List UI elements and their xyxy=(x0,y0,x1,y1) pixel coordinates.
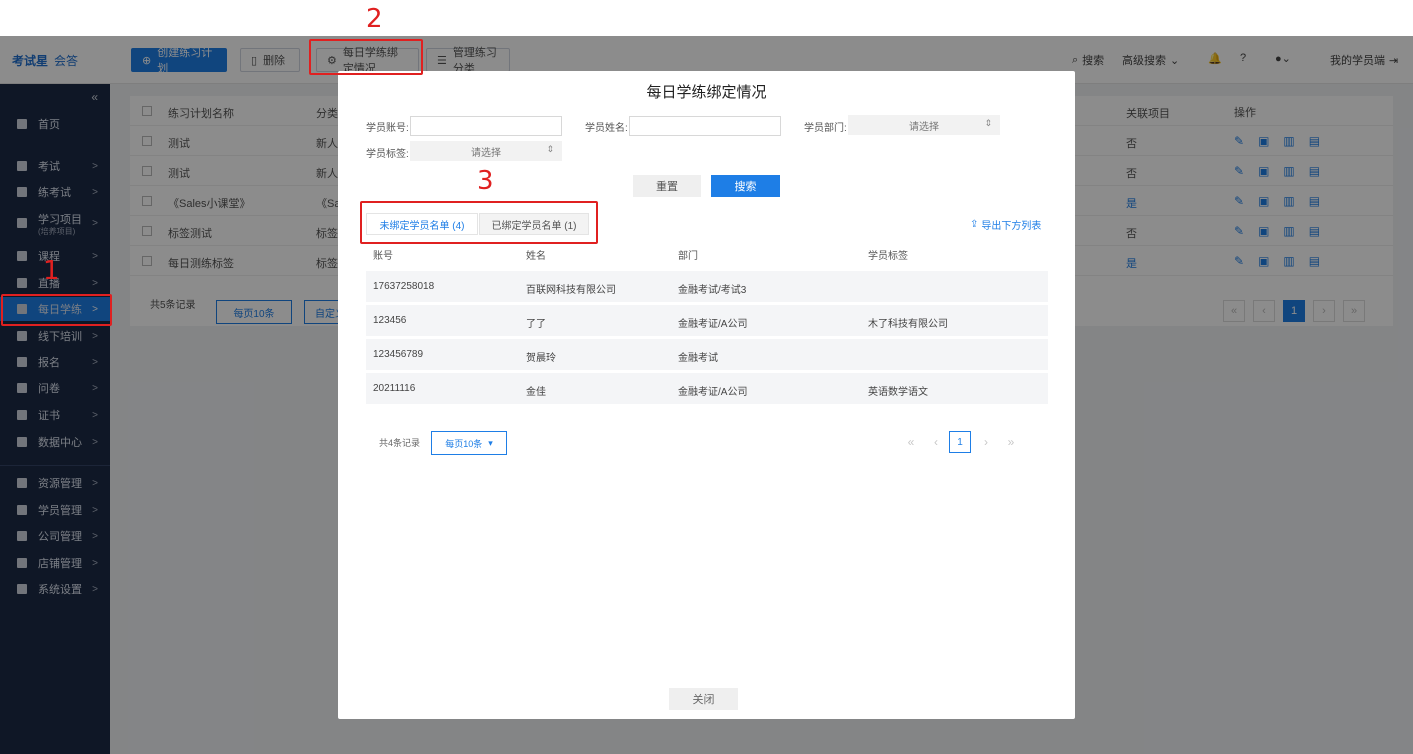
column-header-tag: 学员标签 xyxy=(868,251,908,262)
first-page-icon[interactable]: « xyxy=(900,431,922,453)
column-header-dept: 部门 xyxy=(678,251,698,262)
reset-button[interactable]: 重置 xyxy=(633,175,701,197)
modal-title: 每日学练绑定情况 xyxy=(646,84,767,101)
table-row: 123456 了了 金融考证/A公司 木了科技有限公司 xyxy=(366,305,1048,336)
column-header-name: 姓名 xyxy=(526,251,546,262)
export-icon: ⇪ xyxy=(970,219,979,230)
page-size-select[interactable]: 每页10条 ▾ xyxy=(431,431,507,455)
next-page-icon[interactable]: › xyxy=(975,431,997,453)
sort-arrows-icon: ⇕ xyxy=(546,144,554,154)
tag-label: 学员标签: xyxy=(366,149,409,160)
prev-page-icon[interactable]: ‹ xyxy=(925,431,947,453)
account-label: 学员账号: xyxy=(366,123,409,134)
last-page-icon[interactable]: » xyxy=(1000,431,1022,453)
dept-label: 学员部门: xyxy=(804,123,847,134)
annotation-box-1 xyxy=(1,294,112,326)
table-row: 17637258018 百联网科技有限公司 金融考试/考试3 xyxy=(366,271,1048,302)
annotation-box-3 xyxy=(360,201,598,244)
binding-status-modal: 每日学练绑定情况 学员账号: 学员姓名: 学员部门: 请选择 ⇕ 学员标签: 请… xyxy=(338,71,1075,719)
name-label: 学员姓名: xyxy=(585,123,628,134)
annotation-number-1: 1 xyxy=(43,256,60,286)
annotation-number-3: 3 xyxy=(477,166,494,196)
sort-arrows-icon: ⇕ xyxy=(984,118,992,128)
tag-select[interactable]: 请选择 ⇕ xyxy=(410,141,562,161)
export-button[interactable]: ⇪ 导出下方列表 xyxy=(970,217,1041,232)
search-button[interactable]: 搜索 xyxy=(711,175,780,197)
dept-select[interactable]: 请选择 ⇕ xyxy=(848,115,1000,135)
table-row: 123456789 贺晨玲 金融考试 xyxy=(366,339,1048,370)
close-button[interactable]: 关闭 xyxy=(669,688,738,710)
total-records: 共4条记录 xyxy=(379,438,421,448)
name-input[interactable] xyxy=(629,116,781,136)
top-blank-strip xyxy=(0,0,1413,36)
account-input[interactable] xyxy=(410,116,562,136)
table-row: 20211116 金佳 金融考证/A公司 英语数学语文 xyxy=(366,373,1048,404)
caret-down-icon: ▾ xyxy=(488,437,493,448)
column-header-account: 账号 xyxy=(373,251,393,262)
annotation-box-2 xyxy=(309,39,423,75)
annotation-number-2: 2 xyxy=(366,4,383,34)
page-number[interactable]: 1 xyxy=(949,431,971,453)
